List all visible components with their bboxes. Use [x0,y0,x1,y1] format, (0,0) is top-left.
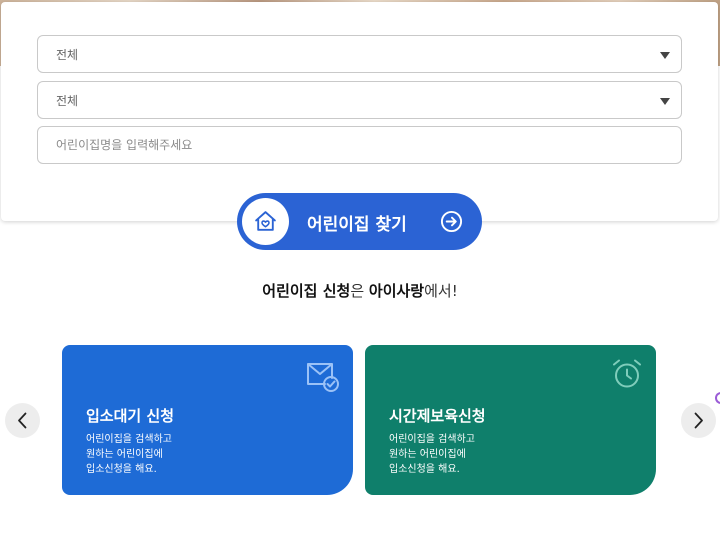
arrow-circle-right-icon [440,210,463,233]
floating-widget-edge[interactable] [715,392,720,404]
card-desc-line: 어린이집을 검색하고 [86,434,172,445]
carousel-prev-button[interactable] [5,403,40,438]
daycare-name-field [37,126,682,164]
region-select[interactable]: 전체 [37,35,682,73]
tagline: 어린이집 신청은 아이사랑에서! [0,280,720,301]
chevron-left-icon [18,412,27,429]
house-heart-icon [242,198,289,245]
card-title: 시간제보육신청 [389,407,486,425]
search-panel: 전체 전체 [1,2,718,221]
dropdown-caret-icon [660,52,670,59]
card-desc-line: 원하는 어린이집에 [389,449,466,460]
mail-check-icon [307,363,339,392]
hourly-childcare-card[interactable]: 시간제보육신청 어린이집을 검색하고 원하는 어린이집에 입소신청을 해요. [365,345,656,495]
chevron-right-icon [694,412,703,429]
card-desc-line: 입소신청을 해요. [389,464,460,475]
card-description: 어린이집을 검색하고 원하는 어린이집에 입소신청을 해요. [86,432,172,477]
district-select[interactable]: 전체 [37,81,682,119]
alarm-clock-icon [613,359,641,388]
daycare-name-input[interactable] [38,127,681,163]
district-select-value: 전체 [56,94,79,108]
tagline-particle: 은 [350,282,369,300]
waitlist-application-card[interactable]: 입소대기 신청 어린이집을 검색하고 원하는 어린이집에 입소신청을 해요. [62,345,353,495]
card-description: 어린이집을 검색하고 원하는 어린이집에 입소신청을 해요. [389,432,475,477]
card-title: 입소대기 신청 [86,407,175,425]
carousel-next-button[interactable] [681,403,716,438]
card-desc-line: 어린이집을 검색하고 [389,434,475,445]
find-daycare-button[interactable]: 어린이집 찾기 [237,193,482,250]
tagline-suffix: 에서! [424,282,458,300]
tagline-emphasis-brand: 아이사랑 [368,282,425,300]
tagline-emphasis-apply: 어린이집 신청 [262,282,351,300]
region-select-value: 전체 [56,48,79,62]
find-daycare-label: 어린이집 찾기 [307,215,407,235]
card-desc-line: 입소신청을 해요. [86,464,157,475]
card-desc-line: 원하는 어린이집에 [86,449,163,460]
dropdown-caret-icon [660,98,670,105]
